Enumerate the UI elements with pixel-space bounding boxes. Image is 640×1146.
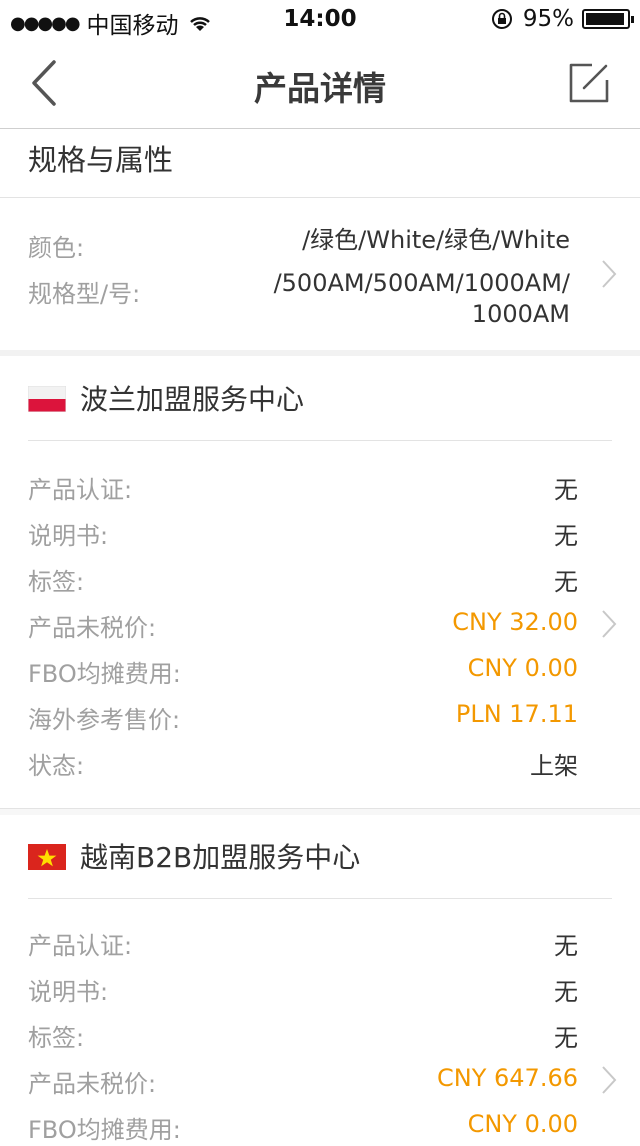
- row-tag: 标签: 无: [0, 558, 640, 598]
- row-label: 标签:: [28, 568, 85, 596]
- divider: [28, 898, 612, 899]
- spec-value-line1: /500AM/500AM/1000AM/: [273, 269, 570, 297]
- branch-header: 波兰加盟服务中心: [0, 356, 640, 440]
- row-tag: 标签: 无: [0, 1014, 640, 1054]
- row-value: 无: [554, 476, 578, 504]
- row-label: 产品认证:: [28, 476, 133, 504]
- row-label: 说明书:: [28, 522, 109, 550]
- row-label: 状态:: [28, 752, 85, 780]
- row-label: 标签:: [28, 1024, 85, 1052]
- row-label: 说明书:: [28, 978, 109, 1006]
- row-price-pretax[interactable]: 产品未税价: CNY 647.66: [0, 1060, 640, 1100]
- spec-value: /500AM/500AM/1000AM/ 1000AM: [274, 268, 570, 330]
- branch-card-poland: 波兰加盟服务中心 产品认证: 无 说明书: 无 标签: 无 产品未税价: CNY…: [0, 356, 640, 808]
- poland-flag-icon: [28, 386, 66, 412]
- spec-value-line2: 1000AM: [471, 300, 570, 328]
- branch-card-vietnam: 越南B2B加盟服务中心 产品认证: 无 说明书: 无 标签: 无 产品未税价: …: [0, 814, 640, 1144]
- vietnam-flag-icon: [28, 844, 66, 870]
- branch-name: 波兰加盟服务中心: [80, 383, 305, 416]
- row-label: FBO均摊费用:: [28, 1116, 181, 1144]
- battery-icon: [582, 9, 634, 29]
- section-header: 规格与属性: [0, 129, 640, 198]
- branch-name: 越南B2B加盟服务中心: [80, 841, 361, 874]
- row-fbo-fee: FBO均摊费用: CNY 0.00: [0, 650, 640, 690]
- nav-bar: 产品详情: [0, 40, 640, 129]
- row-value: CNY 32.00: [452, 608, 578, 636]
- row-label: 海外参考售价:: [28, 706, 181, 734]
- attributes-block[interactable]: 颜色: /绿色/White/绿色/White 规格型/号: /500AM/500…: [0, 198, 640, 356]
- row-fbo-fee: FBO均摊费用: CNY 0.00: [0, 1106, 640, 1146]
- section-title: 规格与属性: [28, 143, 174, 177]
- row-value: CNY 647.66: [437, 1064, 578, 1092]
- spec-label: 规格型/号:: [28, 280, 141, 308]
- row-value: CNY 0.00: [467, 654, 578, 682]
- edit-icon[interactable]: [568, 62, 610, 104]
- battery-percent: 95%: [522, 6, 574, 32]
- status-right: 95%: [491, 6, 634, 32]
- battery-fill: [586, 13, 624, 25]
- page-title: 产品详情: [254, 69, 386, 108]
- row-value: 无: [554, 568, 578, 596]
- row-manual: 说明书: 无: [0, 512, 640, 552]
- row-certification: 产品认证: 无: [0, 922, 640, 962]
- color-value: /绿色/White/绿色/White: [302, 226, 570, 254]
- row-label: 产品未税价:: [28, 1070, 157, 1098]
- branch-header: 越南B2B加盟服务中心: [0, 814, 640, 898]
- row-value: 无: [554, 978, 578, 1006]
- orientation-lock-icon: [491, 9, 512, 29]
- row-manual: 说明书: 无: [0, 968, 640, 1008]
- row-label: FBO均摊费用:: [28, 660, 181, 688]
- row-price-pretax[interactable]: 产品未税价: CNY 32.00: [0, 604, 640, 644]
- row-certification: 产品认证: 无: [0, 466, 640, 506]
- status-bar: ●●●●● 中国移动 14:00 95%: [0, 0, 640, 40]
- chevron-right-icon: [602, 610, 617, 638]
- row-status: 状态: 上架: [0, 742, 640, 782]
- row-value: 上架: [530, 752, 578, 780]
- divider: [28, 440, 612, 441]
- row-value: 无: [554, 522, 578, 550]
- row-value: 无: [554, 932, 578, 960]
- row-label: 产品未税价:: [28, 614, 157, 642]
- chevron-right-icon: [602, 260, 617, 288]
- row-value: 无: [554, 1024, 578, 1052]
- row-overseas-price: 海外参考售价: PLN 17.11: [0, 696, 640, 736]
- row-value: CNY 0.00: [467, 1110, 578, 1138]
- row-value: PLN 17.11: [455, 700, 578, 728]
- chevron-right-icon: [602, 1066, 617, 1094]
- color-label: 颜色:: [28, 234, 85, 262]
- row-label: 产品认证:: [28, 932, 133, 960]
